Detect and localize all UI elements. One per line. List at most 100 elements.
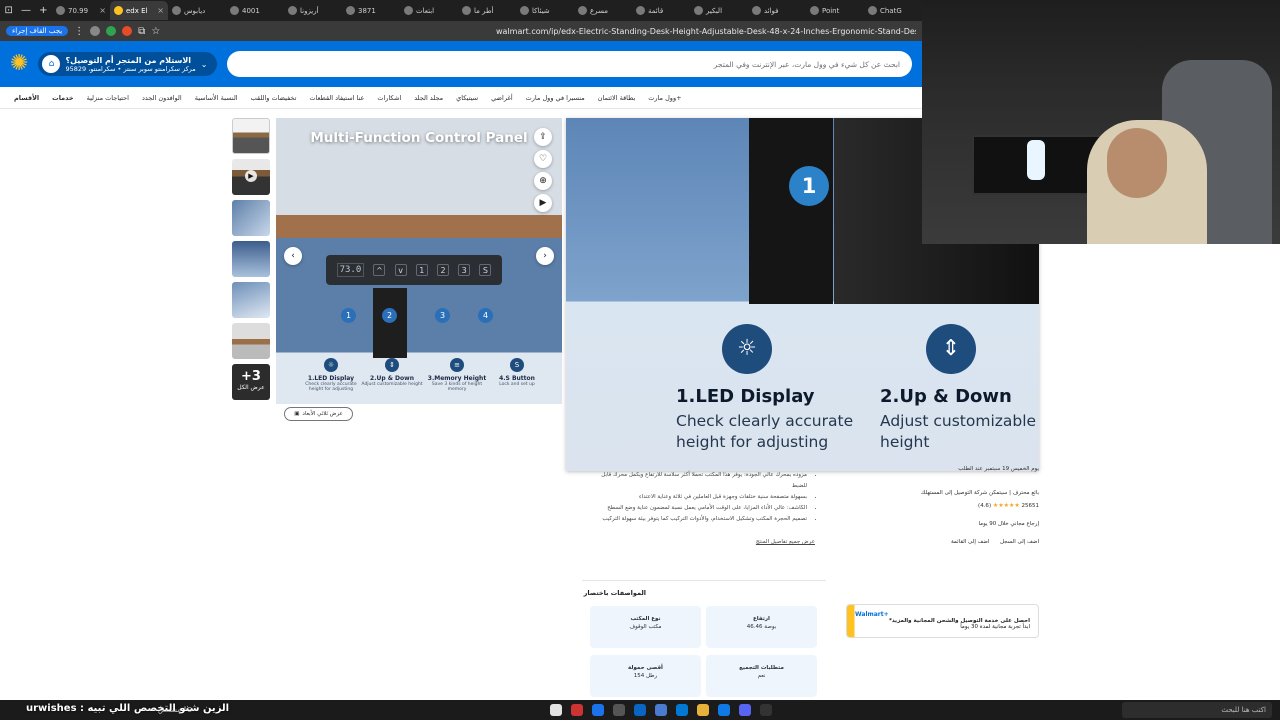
tab-active[interactable]: edx El ×: [109, 1, 168, 20]
nav-item[interactable]: الوافدون الجدد: [142, 94, 182, 102]
tab-5[interactable]: 3871: [342, 1, 400, 20]
chrome-icon[interactable]: [592, 704, 605, 716]
new-tab-icon[interactable]: +: [35, 5, 52, 16]
spec-label: متطلبات التجميع: [739, 665, 784, 671]
nav-item[interactable]: وول مارت+: [648, 94, 681, 102]
extension-icon[interactable]: [122, 26, 133, 36]
tab-3[interactable]: 4001: [226, 1, 284, 20]
tab-11[interactable]: البكير: [690, 1, 748, 20]
profile-pill[interactable]: يجب القاف إجراء: [6, 26, 69, 36]
app-icon[interactable]: [739, 704, 752, 716]
tab-13[interactable]: Point: [806, 1, 864, 20]
nav-item[interactable]: احتياجات منزلية: [87, 94, 129, 102]
app-icon[interactable]: [655, 704, 668, 716]
seller-label[interactable]: بائع محترف | سيتمكن شركة التوصيل إلى الم…: [846, 490, 1039, 496]
app-icon[interactable]: [634, 704, 647, 716]
pickup-delivery-button[interactable]: ⌂ الاستلام من المتجر أم التوصيل؟ مركز سك…: [38, 52, 218, 76]
close-icon[interactable]: ×: [99, 6, 106, 15]
thumbnail[interactable]: [232, 118, 270, 154]
nav-item[interactable]: مجلد الجلد: [414, 94, 443, 102]
tab-favicon-icon: [403, 6, 413, 15]
thumbnail-video[interactable]: ▶: [232, 159, 270, 195]
tab-6[interactable]: ابتعات: [400, 1, 458, 20]
nav-item[interactable]: أغراضي: [491, 94, 513, 102]
tab-label: أطر ما: [473, 6, 494, 15]
s-key: S: [479, 264, 492, 276]
nav-item[interactable]: عنا استيفاد القطعات: [309, 94, 364, 102]
prev-image-icon[interactable]: ‹: [284, 247, 302, 265]
heart-icon[interactable]: ♡: [534, 150, 552, 168]
tab-14[interactable]: ChatG: [864, 1, 922, 20]
app-icon[interactable]: [571, 704, 584, 716]
window-menu-icon[interactable]: ⊡: [0, 5, 17, 16]
view-3d-button[interactable]: ▣ عرض ثلاثي الأبعاد: [284, 407, 353, 421]
tab-favicon-icon: [345, 6, 355, 15]
add-to-registry-link[interactable]: أضف إلى السجل: [1000, 539, 1039, 545]
close-icon[interactable]: ×: [157, 6, 164, 15]
folder-icon[interactable]: [697, 704, 710, 716]
tab-12[interactable]: فوائد: [748, 1, 806, 20]
add-to-list-link[interactable]: أضف إلى القائمة: [951, 539, 990, 545]
tab-7[interactable]: أطر ما: [458, 1, 516, 20]
extension-icon[interactable]: [90, 26, 101, 36]
feature-title: 2.Up & Down: [370, 375, 414, 382]
taskview-icon[interactable]: [760, 704, 773, 716]
nav-item[interactable]: تخفيضات واللقب: [251, 94, 297, 102]
nav-departments[interactable]: الأقسام: [14, 94, 39, 102]
view-all-details-link[interactable]: عرض جميع تفاصيل المنتج: [585, 537, 815, 548]
nav-item[interactable]: اشكارات: [377, 94, 401, 102]
tab-4[interactable]: أريزونا: [284, 1, 342, 20]
spec-assembly: متطلبات التجميع نعم: [706, 655, 817, 697]
returns-info[interactable]: إرجاع مجاني خلال 90 يوماً: [846, 521, 1039, 527]
search-input[interactable]: ابحث عن كل شيء في وول مارت، عبر الإنترنت…: [227, 51, 912, 77]
tab-8[interactable]: شيئاكا: [516, 1, 574, 20]
thumbnail[interactable]: [232, 323, 270, 359]
walmart-spark-logo-icon[interactable]: ✺: [10, 53, 28, 75]
more-count: +3: [241, 369, 261, 384]
product-highlights: مزوده بمحرك عالي الجودة: يوفر هذا المكتب…: [585, 470, 815, 548]
nav-services[interactable]: خدمات: [52, 94, 73, 102]
zoom-feature-title: 2.Up & Down: [880, 386, 1012, 407]
feature-desc: Save 3 kinds of height memory: [431, 382, 483, 392]
minimize-icon[interactable]: —: [17, 5, 34, 16]
memory-icon: ≡: [450, 358, 464, 372]
app-icon[interactable]: [613, 704, 626, 716]
url-field[interactable]: walmart.com/ip/edx-Electric-Standing-Des…: [496, 27, 916, 36]
list-actions: أضف إلى السجل أضف إلى القائمة: [846, 539, 1039, 545]
zoom-icon[interactable]: ⊕: [534, 172, 552, 190]
next-image-icon[interactable]: ›: [536, 247, 554, 265]
widget-icon[interactable]: [550, 704, 563, 716]
nav-item[interactable]: بطاقة الائتمان: [598, 94, 636, 102]
thumbnail[interactable]: [232, 200, 270, 236]
edge-icon[interactable]: [718, 704, 731, 716]
play-icon[interactable]: ▶: [534, 194, 552, 212]
tab-0[interactable]: 70.99 ×: [52, 1, 110, 20]
tab-10[interactable]: قائمة: [632, 1, 690, 20]
nav-item[interactable]: سيتيكاي: [456, 94, 478, 102]
nav-item[interactable]: منسبرا في وول مارت: [526, 94, 585, 102]
puzzle-icon[interactable]: ⧉: [138, 26, 145, 37]
taskbar-search[interactable]: اكتب هنا للبحث: [1122, 702, 1272, 718]
spec-value: 46.46 بوصة: [746, 624, 777, 630]
main-product-image[interactable]: Multi-Function Control Panel ⇪ ♡ ⊕ ▶ ‹ ›…: [276, 118, 562, 404]
callout-1: 1: [341, 308, 356, 323]
nav-item[interactable]: النسبة الأساسية: [195, 94, 238, 102]
callout-1-zoom: 1: [789, 166, 829, 206]
view-all-thumbnails[interactable]: +3 عرض الكل: [232, 364, 270, 400]
tab-9[interactable]: مسرع: [574, 1, 632, 20]
zoom-feature-desc: Check clearly accurate: [676, 412, 854, 430]
seller-rating: 25651 ★★★★★ (4.6): [846, 502, 1039, 509]
menu-icon[interactable]: ⋮: [74, 26, 84, 37]
store-icon[interactable]: [676, 704, 689, 716]
thumbnail[interactable]: [232, 282, 270, 318]
extension-icon[interactable]: [106, 26, 117, 36]
walmart-plus-banner[interactable]: Walmart+ احصل على خدمة التوصيل والشحن ال…: [846, 604, 1039, 638]
spec-value: مكتب الوقوف: [629, 624, 662, 630]
star-icon[interactable]: ☆: [151, 26, 160, 37]
thumbnail[interactable]: [232, 241, 270, 277]
tab-2[interactable]: ديابوس: [168, 1, 226, 20]
spec-max-load: أقصى حمولة 154 رطل: [590, 655, 701, 697]
callout-2: 2: [382, 308, 397, 323]
share-icon[interactable]: ⇪: [534, 128, 552, 146]
store-icon: ⌂: [42, 55, 61, 73]
